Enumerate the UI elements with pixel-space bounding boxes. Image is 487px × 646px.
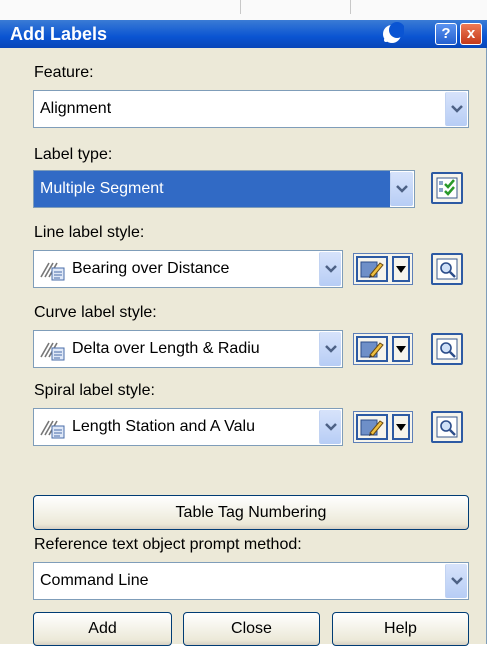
curve-label-style-edit-menu-button[interactable] — [392, 336, 410, 362]
curve-label-style-edit-button[interactable] — [356, 336, 388, 362]
title-bar[interactable]: Add Labels ? x — [0, 20, 487, 48]
reference-prompt-value: Command Line — [40, 572, 149, 589]
curve-label-style-select[interactable]: Delta over Length & Radiu — [33, 330, 343, 368]
table-tag-numbering-label: Table Tag Numbering — [175, 504, 327, 521]
table-tag-numbering-button[interactable]: Table Tag Numbering — [33, 495, 469, 530]
preview-style-icon — [436, 258, 458, 280]
caret-down-icon — [396, 346, 406, 353]
close-title-button[interactable]: x — [460, 23, 482, 45]
chevron-down-icon — [325, 265, 337, 273]
chevron-down-icon — [451, 577, 463, 585]
help-title-button[interactable]: ? — [435, 23, 457, 45]
label-style-icon — [40, 420, 65, 439]
caret-down-icon — [396, 424, 406, 431]
line-label-style-select[interactable]: Bearing over Distance — [33, 250, 343, 288]
spiral-label-style-edit-group — [353, 411, 413, 443]
add-button[interactable]: Add — [33, 612, 172, 646]
label-type-dropdown-button[interactable] — [390, 172, 413, 206]
feature-label: Feature: — [34, 64, 94, 81]
line-label-style-label: Line label style: — [34, 224, 145, 241]
preview-style-icon — [436, 338, 458, 360]
curve-label-style-edit-group — [353, 333, 413, 365]
curve-label-style-preview-button[interactable] — [431, 333, 463, 365]
label-type-label: Label type: — [34, 146, 113, 163]
chevron-down-icon — [451, 105, 463, 113]
spiral-label-style-select[interactable]: Length Station and A Valu — [33, 408, 343, 446]
edit-style-icon — [360, 419, 384, 436]
spiral-label-style-label: Spiral label style: — [34, 382, 155, 399]
help-button-label: Help — [384, 620, 417, 637]
help-title-glyph: ? — [441, 25, 451, 42]
background-divider — [240, 0, 241, 14]
line-label-style-dropdown-button[interactable] — [319, 252, 341, 286]
line-label-style-edit-menu-button[interactable] — [392, 256, 410, 282]
chevron-down-icon — [325, 345, 337, 353]
line-label-style-preview-button[interactable] — [431, 253, 463, 285]
spiral-label-style-dropdown-button[interactable] — [319, 410, 341, 444]
background-strip — [0, 0, 487, 20]
caret-down-icon — [396, 266, 406, 273]
feature-dropdown-button[interactable] — [445, 92, 467, 126]
label-style-icon — [40, 342, 65, 361]
autohide-icon[interactable] — [378, 21, 404, 47]
spiral-label-style-edit-menu-button[interactable] — [392, 414, 410, 440]
label-type-select[interactable]: Multiple Segment — [33, 170, 415, 208]
label-type-settings-button[interactable] — [431, 172, 463, 204]
reference-prompt-dropdown-button[interactable] — [445, 564, 467, 598]
close-title-glyph: x — [466, 25, 476, 42]
preview-style-icon — [436, 416, 458, 438]
close-button-label: Close — [231, 620, 272, 637]
chevron-down-icon — [325, 423, 337, 431]
line-label-style-value: Bearing over Distance — [72, 260, 230, 277]
add-labels-dialog: Add Labels ? x Feature: Alignment Label … — [0, 20, 487, 646]
add-button-label: Add — [88, 620, 117, 637]
close-button[interactable]: Close — [183, 612, 320, 646]
line-label-style-edit-group — [353, 253, 413, 285]
spiral-label-style-value: Length Station and A Valu — [72, 418, 255, 435]
background-divider — [350, 0, 351, 14]
curve-label-style-value: Delta over Length & Radiu — [72, 340, 260, 357]
line-label-style-edit-button[interactable] — [356, 256, 388, 282]
reference-prompt-select[interactable]: Command Line — [33, 562, 469, 600]
label-type-dropdown-wrap — [390, 170, 415, 208]
spiral-label-style-edit-button[interactable] — [356, 414, 388, 440]
edit-style-icon — [360, 261, 384, 278]
feature-value: Alignment — [40, 100, 112, 117]
checklist-icon — [436, 177, 458, 199]
label-type-value: Multiple Segment — [40, 180, 164, 197]
reference-prompt-label: Reference text object prompt method: — [34, 536, 302, 553]
spiral-label-style-preview-button[interactable] — [431, 411, 463, 443]
curve-label-style-label: Curve label style: — [34, 304, 157, 321]
chevron-down-icon — [396, 185, 408, 193]
help-button[interactable]: Help — [332, 612, 469, 646]
dialog-title: Add Labels — [10, 24, 108, 44]
feature-select[interactable]: Alignment — [33, 90, 469, 128]
edit-style-icon — [360, 341, 384, 358]
curve-label-style-dropdown-button[interactable] — [319, 332, 341, 366]
label-style-icon — [40, 262, 65, 281]
